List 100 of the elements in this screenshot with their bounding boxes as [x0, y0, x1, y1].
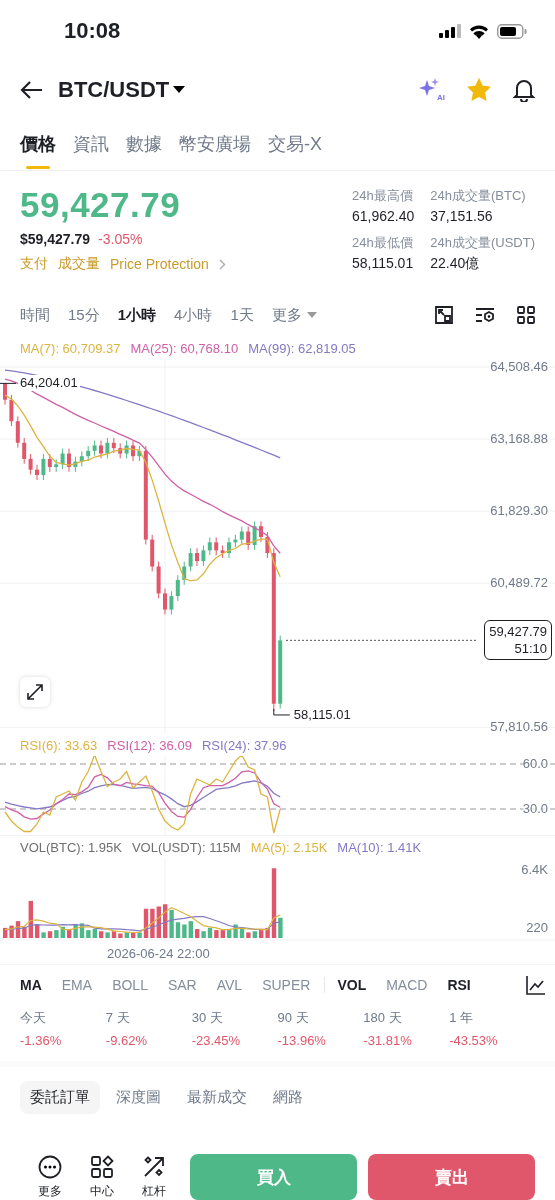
order-book-tab[interactable]: 最新成交 — [177, 1080, 257, 1114]
grid-icon[interactable] — [517, 306, 535, 324]
period-label: 今天 — [20, 1009, 47, 1027]
price-axis-label: 64,508.46 — [490, 359, 548, 375]
candle — [3, 382, 7, 406]
tab[interactable]: 資訊 — [73, 118, 109, 170]
shapes-grid-icon — [90, 1154, 114, 1179]
interval-tab[interactable]: 1天 — [230, 305, 254, 325]
price-axis-label: 63,168.88 — [490, 431, 548, 448]
caret-icon — [306, 312, 317, 318]
tab[interactable]: 幣安廣場 — [179, 118, 251, 170]
toolbar-button[interactable]: 中心 — [76, 1154, 128, 1200]
stat-label: 24h最高價 — [351, 187, 414, 205]
interval-tab[interactable]: 時間 — [20, 305, 50, 325]
legend-value: MA(5): 2.15K — [250, 839, 328, 855]
candle — [35, 464, 39, 481]
indicator-tab[interactable]: SAR — [167, 977, 197, 993]
period-label: 7 天 — [105, 1009, 131, 1027]
status-time: 10:08 — [64, 18, 121, 44]
period-change: -13.96% — [277, 1033, 327, 1048]
star-icon[interactable] — [467, 78, 491, 102]
price-axis-label: 60,489.72 — [490, 575, 548, 592]
more-icon — [38, 1154, 62, 1179]
interval-tab[interactable]: 4小時 — [174, 305, 213, 325]
tab[interactable]: 價格 — [20, 118, 56, 170]
caret-icon[interactable] — [173, 86, 186, 94]
tab[interactable]: 數據 — [126, 118, 162, 170]
stat-label: 24h最低價 — [351, 234, 414, 252]
period-label: 180 天 — [363, 1009, 403, 1027]
indicator-tab[interactable]: VOL — [337, 977, 367, 993]
stat-value: 37,151.56 — [430, 208, 494, 224]
sell-button[interactable]: 賣出 — [368, 1154, 535, 1200]
signal-icon — [439, 24, 461, 38]
fullscreen-button[interactable] — [20, 677, 50, 707]
leader-line — [273, 708, 291, 716]
indicator-tab[interactable]: AVL — [216, 977, 243, 993]
indicator-tab[interactable]: SUPER — [262, 977, 311, 993]
bell-icon[interactable] — [513, 78, 535, 102]
stat-label: 24h成交量(USDT) — [430, 234, 535, 252]
candle — [227, 536, 231, 559]
interval-tab[interactable]: 15分 — [68, 305, 100, 325]
legend-value: MA(10): 1.41K — [337, 839, 422, 855]
indicator-tab[interactable]: MA — [20, 977, 42, 993]
order-book-tab[interactable]: 網路 — [263, 1080, 313, 1114]
stat-value: 22.40億 — [430, 255, 481, 273]
stat-value: 58,115.01 — [351, 255, 415, 271]
time-axis-label: 2026-06-24 22:00 — [107, 945, 210, 961]
back-arrow-icon — [20, 80, 44, 100]
toolbar-button[interactable]: 更多 — [24, 1154, 76, 1200]
period-change: -23.45% — [191, 1033, 242, 1048]
legend-value: MA(99): 62,819.05 — [248, 340, 356, 356]
candle — [67, 448, 71, 473]
pair-selector[interactable]: BTC/USDT — [58, 77, 170, 103]
indicator-tab[interactable]: MACD — [386, 977, 428, 993]
legend-value: VOL(USDT): 115M — [131, 839, 241, 855]
diagonal-arrow-icon — [142, 1154, 166, 1179]
ai-assistant-button[interactable]: AI — [419, 78, 445, 102]
period-change: -1.36% — [20, 1033, 63, 1048]
legend-value: VOL(BTC): 1.95K — [20, 839, 122, 855]
candle — [259, 520, 263, 543]
legend-value: MA(25): 60,768.10 — [130, 340, 239, 356]
info-link[interactable]: Price Protection — [110, 256, 209, 272]
last-price: 59,427.79 — [20, 185, 182, 225]
high-price-label: 64,204.01 — [18, 375, 80, 392]
ai-label: AI — [437, 93, 445, 102]
buy-button[interactable]: 買入 — [190, 1154, 357, 1200]
legend-value: RSI(12): 36.09 — [107, 737, 192, 753]
period-label: 1 年 — [449, 1009, 474, 1027]
tab[interactable]: 交易-X — [268, 118, 322, 170]
info-link[interactable]: 成交量 — [58, 255, 100, 273]
period-label: 30 天 — [191, 1009, 224, 1027]
indicator-settings-icon[interactable] — [475, 307, 495, 323]
candle-countdown: 51:10 — [513, 640, 547, 658]
order-book-tab[interactable]: 委託訂單 — [20, 1080, 100, 1114]
period-change: -31.81% — [363, 1033, 413, 1048]
back-button[interactable] — [20, 80, 44, 100]
battery-icon — [497, 23, 527, 39]
interval-tab[interactable]: 更多 — [271, 305, 317, 325]
stat-value: 61,962.40 — [351, 208, 415, 224]
legend-value: RSI(6): 33.63 — [20, 737, 98, 753]
period-change: -9.62% — [105, 1033, 149, 1048]
info-link[interactable]: 支付 — [20, 255, 48, 273]
wifi-icon — [469, 23, 489, 39]
expand-icon — [26, 683, 44, 701]
current-price: 59,427.79 — [489, 623, 547, 641]
interval-tab[interactable]: 1小時 — [117, 305, 157, 325]
toolbar-button[interactable]: 杠杆 — [128, 1154, 180, 1200]
period-label: 90 天 — [277, 1009, 310, 1027]
indicator-tab[interactable]: RSI — [447, 977, 471, 993]
leader-line — [0, 382, 17, 384]
indicator-tab[interactable]: EMA — [61, 977, 93, 993]
window-icon[interactable] — [435, 306, 453, 324]
indicator-tab[interactable]: BOLL — [112, 977, 148, 993]
order-book-tab[interactable]: 深度圖 — [106, 1080, 171, 1114]
stat-label: 24h成交量(BTC) — [430, 187, 527, 205]
usd-price: $59,427.79 — [20, 231, 91, 247]
price-axis-label: 57,810.56 — [490, 719, 548, 736]
chart-settings-icon[interactable] — [526, 975, 545, 995]
candle — [195, 547, 199, 567]
period-change: -43.53% — [449, 1033, 499, 1048]
